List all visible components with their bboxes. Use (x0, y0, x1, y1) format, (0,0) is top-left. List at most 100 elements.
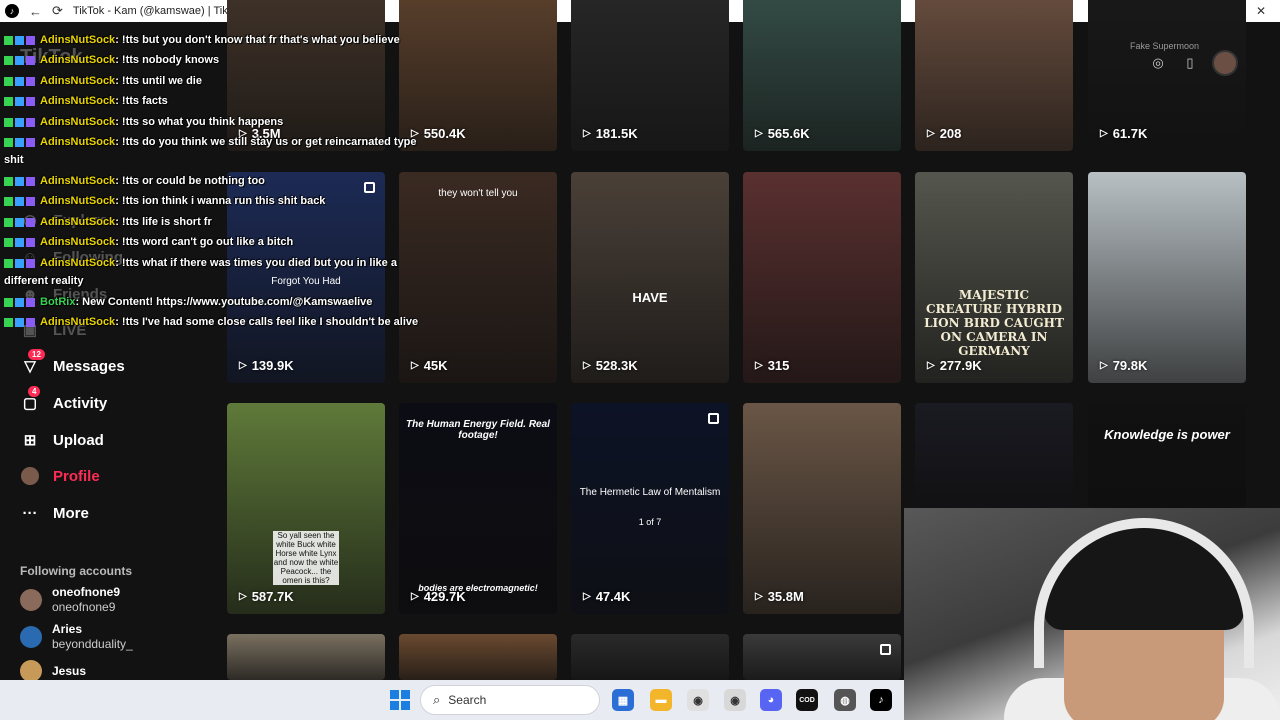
play-icon: ▷ (239, 360, 247, 371)
sidebar-item-label: Activity (53, 394, 108, 412)
chat-message: AdinsNutSock: !tts word can't go out lik… (4, 236, 293, 248)
video-thumbnail[interactable]: Knowledge is power (1088, 403, 1246, 508)
video-thumbnail[interactable]: ▷ 550.4K (399, 0, 557, 151)
taskbar-search[interactable]: ⌕ Search (420, 685, 600, 715)
video-thumbnail[interactable]: ▷ 181.5K (571, 0, 729, 151)
sidebar-item-profile[interactable]: Profile (20, 466, 100, 486)
video-thumbnail[interactable] (743, 634, 901, 680)
view-count: ▷ 47.4K (583, 589, 630, 604)
video-thumbnail[interactable]: The Hermetic Law of Mentalism 1 of 7 ▷ 47.4… (571, 403, 729, 614)
chat-text: : !tts do you think we still stay us or … (115, 136, 417, 148)
window-title: TikTok - Kam (@kamswae) | TikTok (72, 5, 245, 17)
chat-username: AdinsNutSock (40, 216, 116, 228)
chat-text: : !tts so what you think happens (115, 116, 284, 128)
chat-badges-icon (4, 257, 40, 269)
chat-message: AdinsNutSock: !tts I've had some close c… (4, 316, 418, 328)
tiktok-app-icon[interactable]: ♪ (870, 689, 892, 711)
view-count: ▷ 550.4K (411, 126, 466, 141)
search-icon: ⌕ (433, 692, 441, 707)
chrome-icon[interactable]: ◉ (687, 689, 709, 711)
chat-message: AdinsNutSock: !tts do you think we still… (4, 136, 417, 148)
close-button[interactable]: ✕ (1242, 4, 1280, 18)
video-thumbnail[interactable]: HAVE ▷ 528.3K (571, 172, 729, 383)
video-thumbnail[interactable]: "POV: you made it out of early while u w… (227, 0, 385, 151)
video-thumbnail[interactable]: ▷ 208 (915, 0, 1073, 151)
chat-text: : New Content! https://www.youtube.com/@… (75, 296, 373, 308)
account-item[interactable]: oneofnone9 oneofnone9 (20, 585, 120, 615)
chat-message: shit (4, 154, 24, 166)
video-thumbnail[interactable]: When all you wanted to do was enslave hu… (743, 0, 901, 151)
play-icon: ▷ (411, 360, 419, 371)
chat-username: AdinsNutSock (40, 116, 116, 128)
video-caption: they won't tell you (438, 188, 518, 199)
play-icon: ▷ (411, 591, 419, 602)
view-count-value: 208 (939, 126, 962, 141)
video-thumbnail[interactable]: ▷ 35.8M (743, 403, 901, 614)
chat-text: : !tts or could be nothing too (115, 175, 265, 187)
windows-start-icon[interactable] (390, 690, 410, 710)
view-count-value: 565.6K (767, 126, 810, 141)
chat-text: : !tts I've had some close calls feel li… (115, 316, 419, 328)
video-thumbnail[interactable]: they won't tell you ▷ 45K (399, 172, 557, 383)
view-count-value: 35.8M (767, 589, 804, 604)
video-thumbnail[interactable]: So yall seen the white Buck white Horse … (227, 403, 385, 614)
reload-icon[interactable]: ⟳ (52, 3, 63, 19)
sidebar-item-more[interactable]: ··· More (20, 503, 89, 523)
video-caption: The Human Energy Field. Real footage! (406, 419, 550, 441)
account-name: oneofnone9 (52, 585, 120, 599)
chat-username: AdinsNutSock (40, 54, 116, 66)
back-icon[interactable]: ← (29, 4, 42, 19)
chat-badges-icon (4, 296, 40, 308)
sidebar-item-label: Messages (53, 357, 125, 375)
video-thumbnail[interactable] (227, 634, 385, 680)
file-explorer-icon[interactable]: ▬ (650, 689, 672, 711)
chat-text: different reality (4, 275, 84, 287)
avatar (20, 589, 42, 611)
play-icon: ▷ (1100, 128, 1108, 139)
view-count: ▷ 315 (755, 358, 789, 373)
chat-message: AdinsNutSock: !tts until we die (4, 75, 202, 87)
view-count: ▷ 181.5K (583, 126, 638, 141)
chat-text: : !tts facts (115, 95, 168, 107)
video-thumbnail[interactable] (915, 403, 1073, 508)
device-icon[interactable]: ▯ (1180, 53, 1200, 73)
view-count-value: 181.5K (595, 126, 638, 141)
chrome-canary-icon[interactable]: ◉ (724, 689, 746, 711)
user-avatar[interactable] (1212, 50, 1238, 76)
chat-badges-icon (4, 116, 40, 128)
play-icon: ▷ (583, 128, 591, 139)
call-of-duty-icon[interactable]: COD (796, 689, 818, 711)
chat-message: AdinsNutSock: !tts facts (4, 95, 168, 107)
sidebar-item-label: More (53, 504, 89, 522)
messages-badge: 12 (28, 349, 45, 360)
view-count-value: 429.7K (423, 589, 466, 604)
video-thumbnail[interactable]: ▷ 79.8K (1088, 172, 1246, 383)
view-count-value: 587.7K (251, 589, 294, 604)
screen: ♪ ← ⟳ TikTok - Kam (@kamswae) | TikTok ⧉… (0, 0, 1280, 720)
video-caption: Knowledge is power (1104, 427, 1230, 442)
view-count: ▷ 61.7K (1100, 126, 1147, 141)
sidebar-item-activity[interactable]: ▢ 4 Activity (20, 386, 108, 413)
account-item[interactable]: Aries beyondduality_ (20, 622, 133, 652)
account-item[interactable]: Jesus (20, 660, 86, 682)
chat-username: AdinsNutSock (40, 75, 116, 87)
obs-icon[interactable]: ◍ (834, 689, 856, 711)
sidebar-item-messages[interactable]: ▽ 12 Messages (20, 349, 125, 376)
video-thumbnail[interactable] (399, 634, 557, 680)
store-icon[interactable]: ▦ (612, 689, 634, 711)
sidebar-item-upload[interactable]: ⊞ Upload (20, 430, 104, 450)
chat-username: AdinsNutSock (40, 175, 116, 187)
sidebar-item-label: Profile (53, 467, 100, 485)
video-thumbnail[interactable]: MAJESTIC CREATURE HYBRID LION BIRD CAUGH… (915, 172, 1073, 383)
discord-icon[interactable]: ◕ (760, 689, 782, 711)
chat-username: BotRix (40, 296, 76, 308)
chat-badges-icon (4, 316, 40, 328)
chat-message: AdinsNutSock: !tts what if there was tim… (4, 257, 397, 269)
video-thumbnail[interactable]: ▷ 315 (743, 172, 901, 383)
account-handle: beyondduality_ (52, 637, 133, 651)
video-thumbnail[interactable] (571, 634, 729, 680)
carousel-icon (708, 413, 719, 424)
video-thumbnail[interactable]: The Human Energy Field. Real footage! bod… (399, 403, 557, 614)
view-count: ▷ 139.9K (239, 358, 294, 373)
coin-icon[interactable]: ◎ (1148, 53, 1168, 73)
